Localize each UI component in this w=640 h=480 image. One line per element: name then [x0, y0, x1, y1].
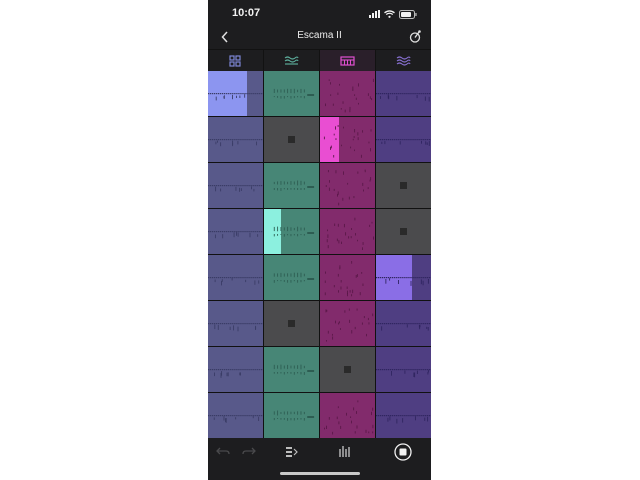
- stop-icon: [394, 443, 412, 461]
- undo-button[interactable]: [214, 443, 232, 461]
- stop-button[interactable]: [394, 443, 412, 461]
- tab-wave[interactable]: [264, 50, 320, 71]
- clip-cell[interactable]: [376, 117, 431, 162]
- waveform: [323, 125, 372, 158]
- clip-cell[interactable]: [320, 393, 375, 438]
- waveform: [208, 415, 263, 423]
- waveform: [273, 272, 315, 283]
- waveform: [376, 93, 431, 102]
- track-tabs: [208, 49, 431, 72]
- phone-screen: 10:07 Escama II: [208, 0, 431, 480]
- empty-slot[interactable]: [264, 117, 319, 162]
- waveform: [273, 410, 315, 421]
- waveform: [326, 217, 374, 250]
- waveform: [376, 415, 431, 424]
- clip-cell[interactable]: [208, 301, 263, 346]
- clip-cell[interactable]: [320, 71, 375, 116]
- clip-cell[interactable]: [376, 393, 431, 438]
- waveform: [376, 277, 431, 286]
- clip-cell[interactable]: [376, 301, 431, 346]
- clip-cell[interactable]: [208, 117, 263, 162]
- stop-slot-icon: [288, 136, 295, 143]
- waveform: [325, 169, 372, 206]
- tab-lines[interactable]: [376, 50, 431, 71]
- wifi-icon: [384, 10, 395, 18]
- clip-cell[interactable]: [208, 209, 263, 254]
- waveform: [208, 231, 263, 239]
- waveform: [208, 139, 263, 147]
- redo-icon: [242, 447, 256, 455]
- grid-icon: [229, 54, 241, 67]
- clip-cell[interactable]: [208, 347, 263, 392]
- waveform: [376, 323, 431, 331]
- clip-arrow-icon: [286, 447, 298, 457]
- empty-slot[interactable]: [264, 301, 319, 346]
- clip-cell[interactable]: [264, 393, 319, 438]
- stop-slot-icon: [400, 228, 407, 235]
- stop-slot-icon: [344, 366, 351, 373]
- waveform: [208, 323, 263, 332]
- stop-slot-icon: [400, 182, 407, 189]
- clip-cell[interactable]: [320, 163, 375, 208]
- clip-cell[interactable]: [376, 71, 431, 116]
- waveform: [376, 369, 431, 378]
- keyboard-icon: [340, 55, 355, 66]
- stop-slot-icon: [288, 320, 295, 327]
- clip-cell[interactable]: [208, 163, 263, 208]
- waveform: [273, 180, 315, 191]
- clip-cell[interactable]: [320, 255, 375, 300]
- battery-icon: [399, 9, 417, 19]
- clip-cell[interactable]: [208, 71, 263, 116]
- clip-cell[interactable]: [208, 393, 263, 438]
- clip-arrow-button[interactable]: [282, 443, 300, 461]
- clip-cell[interactable]: [264, 71, 319, 116]
- clip-cell[interactable]: [376, 255, 431, 300]
- clip-cell[interactable]: [320, 301, 375, 346]
- mixer-button[interactable]: [336, 443, 354, 461]
- redo-button[interactable]: [240, 443, 258, 461]
- clip-cell[interactable]: [320, 209, 375, 254]
- waveform: [208, 185, 263, 192]
- undo-icon: [216, 447, 230, 455]
- empty-slot[interactable]: [320, 347, 375, 392]
- home-indicator: [280, 472, 360, 475]
- status-time: 10:07: [232, 7, 261, 19]
- empty-slot[interactable]: [376, 163, 431, 208]
- wave-icon: [284, 55, 299, 65]
- waveform: [208, 369, 263, 378]
- waveform: [324, 261, 364, 297]
- mixer-icon: [339, 446, 350, 457]
- page-title: Escama II: [297, 30, 342, 41]
- lines-icon: [396, 55, 411, 66]
- waveform: [273, 88, 315, 99]
- status-icons: [369, 9, 417, 19]
- nav-bar: Escama II: [208, 28, 431, 48]
- bottom-toolbar: [208, 438, 431, 466]
- waveform: [325, 78, 374, 113]
- clip-cell[interactable]: [376, 347, 431, 392]
- waveform: [325, 308, 374, 342]
- clip-cell[interactable]: [264, 209, 319, 254]
- waveform: [208, 277, 263, 286]
- cellular-signal-icon: [369, 10, 380, 18]
- waveform: [324, 400, 374, 435]
- tempo-button[interactable]: [407, 29, 423, 45]
- waveform: [208, 93, 263, 101]
- clip-cell[interactable]: [264, 163, 319, 208]
- tab-grid[interactable]: [208, 50, 264, 71]
- tab-synth[interactable]: [320, 50, 376, 71]
- status-bar: 10:07: [208, 0, 431, 30]
- clip-grid: [208, 71, 431, 438]
- clip-cell[interactable]: [208, 255, 263, 300]
- clip-cell[interactable]: [264, 347, 319, 392]
- waveform: [273, 364, 315, 375]
- clip-cell[interactable]: [320, 117, 375, 162]
- empty-slot[interactable]: [376, 209, 431, 254]
- waveform: [376, 139, 431, 146]
- tempo-dial-icon: [409, 30, 421, 43]
- clip-cell[interactable]: [264, 255, 319, 300]
- waveform: [273, 226, 315, 237]
